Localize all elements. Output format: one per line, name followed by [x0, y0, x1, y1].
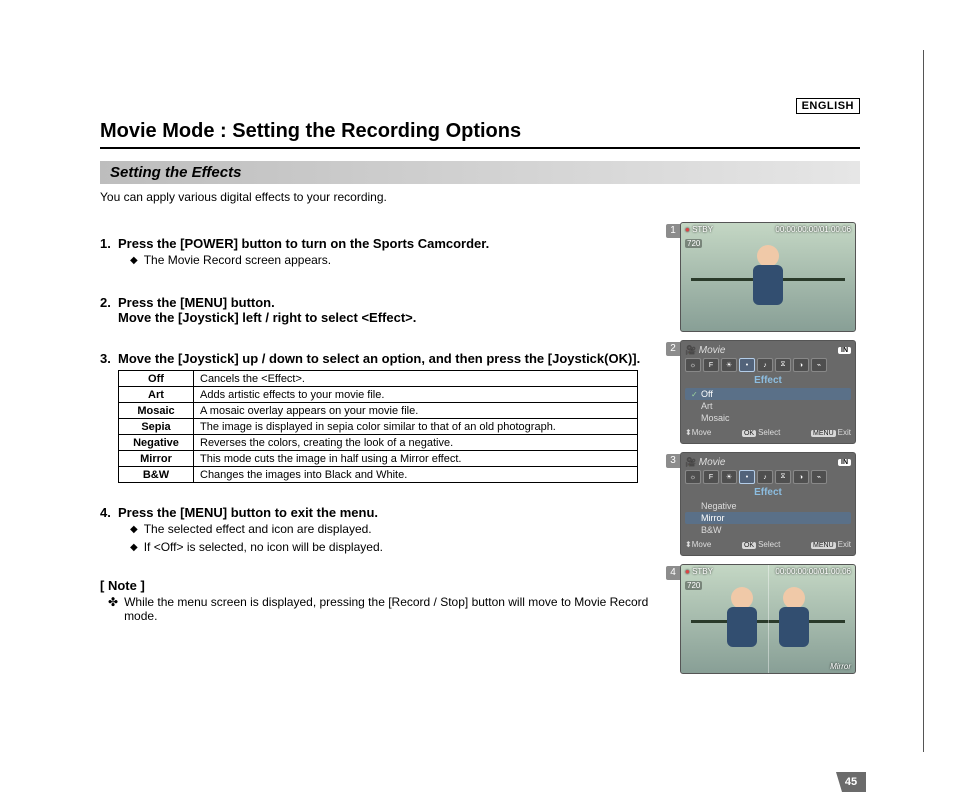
page-title: Movie Mode : Setting the Recording Optio…: [100, 120, 860, 149]
page-number-badge: 45: [836, 772, 866, 792]
language-badge: ENGLISH: [796, 98, 860, 114]
intro-text: You can apply various digital effects to…: [100, 190, 860, 204]
figure-2: 2 🎥 Movie IN ☼F☀•♪⧖◑⌁ Effect ✓Off Art Mo…: [680, 340, 860, 444]
menu-option-mirror[interactable]: Mirror: [685, 512, 851, 524]
resolution-badge: 720: [685, 239, 702, 248]
step-1-sub: ◆ The Movie Record screen appears.: [130, 253, 666, 269]
note-item: ✤ While the menu screen is displayed, pr…: [108, 595, 666, 623]
table-row: B&WChanges the images into Black and Whi…: [119, 467, 638, 483]
record-indicator-icon: ●: [685, 567, 692, 576]
movie-mode-icon: 🎥: [685, 457, 696, 467]
menu-tab-row: ☼F☀•♪⧖◑⌁: [685, 358, 851, 372]
figure-2-tab: 2: [666, 342, 680, 356]
menu-tab-row: ☼F☀•♪⧖◑⌁: [685, 470, 851, 484]
menu-option-bw[interactable]: B&W: [685, 524, 851, 536]
effect-overlay-label: Mirror: [830, 662, 851, 671]
joystick-icon: ⬍: [685, 428, 692, 437]
step-4-sub-2: ◆ If <Off> is selected, no icon will be …: [130, 540, 666, 556]
table-row: OffCancels the <Effect>.: [119, 371, 638, 387]
figure-3: 3 🎥 Movie IN ☼F☀•♪⧖◑⌁ Effect Negative Mi…: [680, 452, 860, 556]
menu-key-icon: MENU: [811, 430, 836, 437]
menu-option-negative[interactable]: Negative: [685, 500, 851, 512]
step-1: 1. Press the [POWER] button to turn on t…: [100, 236, 666, 251]
ok-key-icon: OK: [742, 430, 756, 437]
menu-key-icon: MENU: [811, 542, 836, 549]
figure-4-tab: 4: [666, 566, 680, 580]
table-row: SepiaThe image is displayed in sepia col…: [119, 419, 638, 435]
section-subtitle: Setting the Effects: [100, 161, 860, 184]
menu-category-title: Effect: [685, 487, 851, 498]
table-row: ArtAdds artistic effects to your movie f…: [119, 387, 638, 403]
menu-option-mosaic[interactable]: Mosaic: [685, 412, 851, 424]
figure-4: 4 ● STBY 00:00:00:00/01:00:06 720 Mirror: [680, 564, 860, 674]
menu-option-art[interactable]: Art: [685, 400, 851, 412]
menu-option-off[interactable]: ✓Off: [685, 388, 851, 400]
movie-mode-icon: 🎥: [685, 345, 696, 355]
bullet-diamond-icon: ◆: [130, 522, 138, 538]
storage-badge: IN: [838, 459, 851, 466]
ok-key-icon: OK: [742, 542, 756, 549]
step-4-sub-1: ◆ The selected effect and icon are displ…: [130, 522, 666, 538]
figure-3-tab: 3: [666, 454, 680, 468]
figure-1-tab: 1: [666, 224, 680, 238]
check-icon: ✓: [691, 390, 701, 399]
joystick-icon: ⬍: [685, 540, 692, 549]
record-indicator-icon: ●: [685, 225, 692, 234]
step-2: 2. Press the [MENU] button. Move the [Jo…: [100, 295, 666, 325]
table-row: MosaicA mosaic overlay appears on your m…: [119, 403, 638, 419]
step-3: 3. Move the [Joystick] up / down to sele…: [100, 351, 666, 366]
note-heading: [ Note ]: [100, 578, 666, 593]
storage-badge: IN: [838, 347, 851, 354]
effects-table: OffCancels the <Effect>. ArtAdds artisti…: [118, 370, 638, 483]
table-row: NegativeReverses the colors, creating th…: [119, 435, 638, 451]
note-mark-icon: ✤: [108, 595, 118, 623]
step-4: 4. Press the [MENU] button to exit the m…: [100, 505, 666, 520]
menu-category-title: Effect: [685, 375, 851, 386]
bullet-diamond-icon: ◆: [130, 540, 138, 556]
resolution-badge: 720: [685, 581, 702, 590]
table-row: MirrorThis mode cuts the image in half u…: [119, 451, 638, 467]
figure-1: 1 ● STBY 00:00:00:00/01:00:06 720: [680, 222, 860, 332]
bullet-diamond-icon: ◆: [130, 253, 138, 269]
